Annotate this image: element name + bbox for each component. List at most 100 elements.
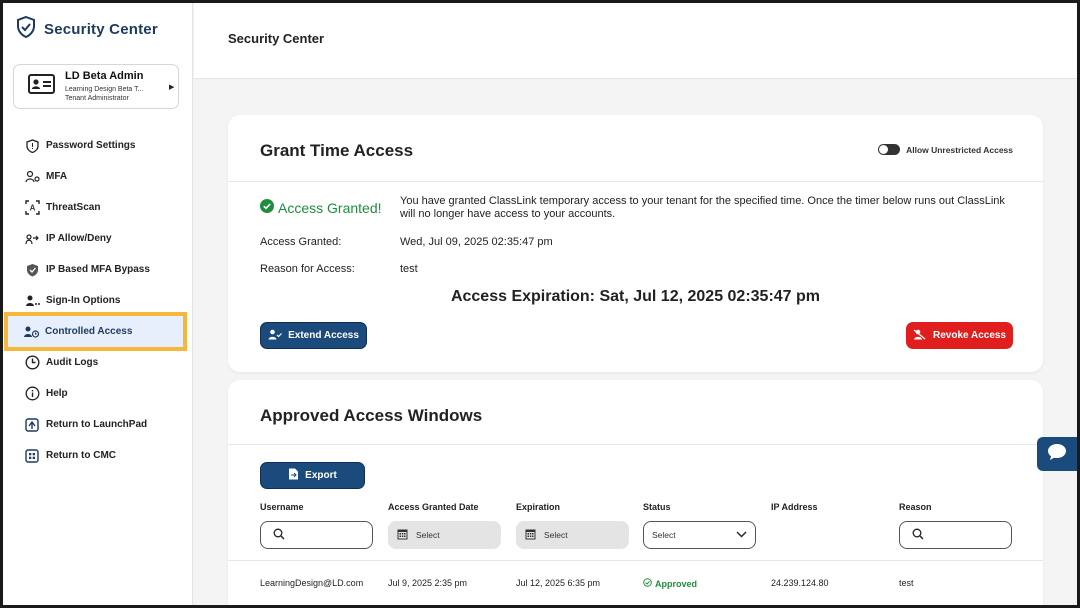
revoke-access-button[interactable]: Revoke Access <box>906 322 1013 349</box>
network-icon <box>24 231 40 247</box>
windows-card-title: Approved Access Windows <box>260 406 483 425</box>
chevron-down-icon <box>736 530 747 540</box>
user-remove-icon <box>913 329 927 343</box>
sidebar-item-label: ThreatScan <box>46 202 101 213</box>
page-title: Security Center <box>228 31 325 46</box>
reason-label: Reason for Access: <box>260 263 355 275</box>
check-circle-icon <box>643 578 652 589</box>
access-granted-text: Access Granted! <box>278 199 382 216</box>
expiration-date-filter[interactable]: Select <box>516 521 629 549</box>
svg-text:A: A <box>29 204 35 213</box>
brand: Security Center <box>16 15 158 43</box>
calendar-icon <box>397 528 408 542</box>
scan-icon: A <box>24 200 40 216</box>
username-search-input[interactable] <box>260 521 373 549</box>
user-clock-icon <box>23 324 39 340</box>
sidebar-nav: Password Settings MFA A ThreatScan IP Al… <box>3 130 193 471</box>
reason-value: test <box>400 263 418 275</box>
reason-search-input[interactable] <box>899 521 1012 549</box>
sidebar-item-password-settings[interactable]: Password Settings <box>3 130 193 161</box>
access-granted-value: Wed, Jul 09, 2025 02:35:47 pm <box>400 236 553 248</box>
check-circle-icon <box>260 199 274 216</box>
access-expiration: Access Expiration: Sat, Jul 12, 2025 02:… <box>450 288 821 305</box>
sidebar-item-label: Audit Logs <box>46 357 99 368</box>
export-button[interactable]: Export <box>260 462 365 489</box>
cell-status: Approved <box>643 578 697 589</box>
column-header-access-granted-date[interactable]: Access Granted Date <box>388 502 479 512</box>
divider <box>228 560 1043 561</box>
approved-access-windows-card: Approved Access Windows Export Username … <box>228 380 1043 605</box>
shield-icon <box>24 138 40 154</box>
file-export-icon <box>288 468 299 483</box>
unrestricted-access-toggle[interactable] <box>878 144 901 155</box>
sidebar-item-label: MFA <box>46 171 68 182</box>
user-key-icon <box>24 169 40 185</box>
access-granted-status: Access Granted! <box>260 199 382 216</box>
shield-check-icon <box>16 15 36 43</box>
sidebar-item-label: Help <box>46 388 68 399</box>
caret-right-icon: ▶ <box>169 83 175 91</box>
info-icon <box>24 386 40 402</box>
clock-icon <box>24 355 40 371</box>
column-header-expiration[interactable]: Expiration <box>516 502 560 512</box>
extend-access-button[interactable]: Extend Access <box>260 322 367 349</box>
sidebar-item-return-to-launchpad[interactable]: Return to LaunchPad <box>3 409 193 440</box>
sidebar-item-label: Controlled Access <box>45 326 133 337</box>
grant-card-title: Grant Time Access <box>260 141 414 160</box>
sidebar-item-ip-based-mfa-bypass[interactable]: IP Based MFA Bypass <box>3 254 193 285</box>
granted-message: You have granted ClassLink temporary acc… <box>400 195 1005 220</box>
shield-bypass-icon <box>24 262 40 278</box>
cell-expiration: Jul 12, 2025 6:35 pm <box>516 578 601 588</box>
app-window: Security Center LD Beta Admin Learning D… <box>3 3 1077 605</box>
launchpad-icon <box>24 417 40 433</box>
sidebar-item-label: Password Settings <box>46 140 136 151</box>
grant-time-access-card: Grant Time Access Allow Unrestricted Acc… <box>228 115 1043 372</box>
sidebar: Security Center LD Beta Admin Learning D… <box>3 3 193 605</box>
granted-date-filter[interactable]: Select <box>388 521 501 549</box>
chat-button[interactable] <box>1037 437 1077 471</box>
id-card-icon <box>28 74 55 99</box>
sidebar-item-sign-in-options[interactable]: Sign-In Options <box>3 285 193 316</box>
date-filter-placeholder: Select <box>416 530 440 540</box>
sidebar-item-mfa[interactable]: MFA <box>3 161 193 192</box>
status-select-value: Select <box>652 530 676 540</box>
sidebar-item-threatscan[interactable]: A ThreatScan <box>3 192 193 223</box>
access-granted-label: Access Granted: <box>260 236 342 248</box>
calendar-icon <box>525 528 536 542</box>
status-select[interactable]: Select <box>643 521 756 549</box>
search-icon <box>273 528 285 542</box>
column-header-reason[interactable]: Reason <box>899 502 932 512</box>
cmc-icon <box>24 448 40 464</box>
cell-username: LearningDesign@LD.com <box>260 578 364 588</box>
cell-granted-date: Jul 9, 2025 2:35 pm <box>388 578 468 588</box>
user-role: Tenant Administrator <box>65 95 129 102</box>
sidebar-item-audit-logs[interactable]: Audit Logs <box>3 347 193 378</box>
sidebar-item-label: Sign-In Options <box>46 295 121 306</box>
user-options-icon <box>24 293 40 309</box>
app-title: Security Center <box>44 21 158 38</box>
user-card[interactable]: LD Beta Admin Learning Design Beta T... … <box>13 64 179 109</box>
sidebar-item-help[interactable]: Help <box>3 378 193 409</box>
search-icon <box>912 528 924 542</box>
column-header-status[interactable]: Status <box>643 502 671 512</box>
sidebar-item-ip-allow-deny[interactable]: IP Allow/Deny <box>3 223 193 254</box>
sidebar-item-controlled-access[interactable]: Controlled Access <box>4 312 187 351</box>
user-check-icon <box>268 329 283 343</box>
divider <box>228 181 1043 182</box>
user-name: LD Beta Admin <box>65 70 144 82</box>
sidebar-item-label: IP Allow/Deny <box>46 233 112 244</box>
export-label: Export <box>305 470 337 481</box>
sidebar-item-label: Return to CMC <box>46 450 116 461</box>
column-header-username[interactable]: Username <box>260 502 304 512</box>
extend-access-label: Extend Access <box>288 330 359 341</box>
sidebar-item-return-to-cmc[interactable]: Return to CMC <box>3 440 193 471</box>
toggle-label: Allow Unrestricted Access <box>906 144 1013 155</box>
cell-reason: test <box>899 578 914 588</box>
date-filter-placeholder: Select <box>544 530 568 540</box>
user-org: Learning Design Beta T... <box>65 86 144 93</box>
revoke-access-label: Revoke Access <box>932 330 1006 341</box>
status-text: Approved <box>655 578 698 589</box>
sidebar-item-label: Return to LaunchPad <box>46 419 148 430</box>
column-header-ip-address[interactable]: IP Address <box>771 502 818 512</box>
page-header: Security Center <box>194 3 1077 79</box>
